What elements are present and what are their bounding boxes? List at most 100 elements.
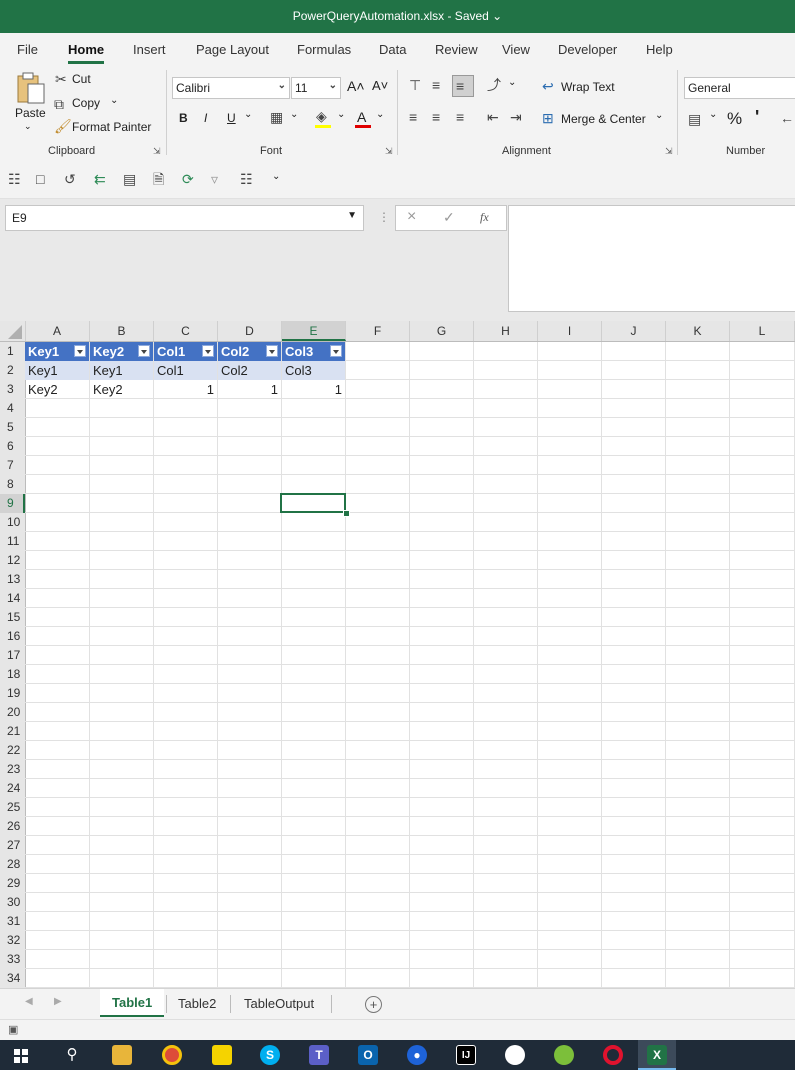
row-header-33[interactable]: 33 xyxy=(0,950,25,969)
italic-button[interactable]: I xyxy=(204,111,207,125)
back-circle-icon[interactable]: ↺ xyxy=(64,171,76,187)
column-header-j[interactable]: J xyxy=(602,321,666,341)
column-header-a[interactable]: A xyxy=(25,321,90,341)
tab-formulas[interactable]: Formulas xyxy=(297,42,351,57)
tab-home[interactable]: Home xyxy=(68,42,105,64)
tab-help[interactable]: Help xyxy=(646,42,673,57)
font-name-select[interactable]: Calibri ⌄ xyxy=(172,77,290,99)
cell-e2[interactable]: Col3 xyxy=(282,361,345,380)
intellij-icon[interactable]: IJ xyxy=(456,1045,476,1065)
paste-button[interactable] xyxy=(14,71,46,105)
filter-dropdown-icon[interactable] xyxy=(330,345,342,357)
enter-button[interactable]: ✓ xyxy=(443,209,455,226)
column-header-g[interactable]: G xyxy=(410,321,474,341)
cancel-button[interactable]: × xyxy=(407,208,416,226)
chevron-down-icon[interactable]: ⌄ xyxy=(655,110,663,121)
font-color-button[interactable]: A xyxy=(357,109,366,125)
formula-input[interactable] xyxy=(508,205,795,312)
row-header-27[interactable]: 27 xyxy=(0,836,25,855)
row-header-13[interactable]: 13 xyxy=(0,570,25,589)
row-header-31[interactable]: 31 xyxy=(0,912,25,931)
chevron-down-icon[interactable]: ⌄ xyxy=(376,109,384,120)
row-header-15[interactable]: 15 xyxy=(0,608,25,627)
increase-decimal-icon[interactable]: ← xyxy=(780,110,794,126)
column-header-f[interactable]: F xyxy=(346,321,410,341)
merge-center-button[interactable]: Merge & Center xyxy=(561,112,646,126)
column-header-c[interactable]: C xyxy=(154,321,218,341)
chevron-down-icon[interactable]: ⌄ xyxy=(709,109,717,120)
bold-button[interactable]: B xyxy=(179,111,188,125)
row-header-14[interactable]: 14 xyxy=(0,589,25,608)
row-header-19[interactable]: 19 xyxy=(0,684,25,703)
column-header-l[interactable]: L xyxy=(730,321,795,341)
chevron-down-icon[interactable]: ▼ xyxy=(347,210,357,221)
font-launcher-icon[interactable]: ⇲ xyxy=(385,146,393,157)
tab-insert[interactable]: Insert xyxy=(133,42,166,57)
column-header-e[interactable]: E xyxy=(282,321,346,341)
clear-filter-icon[interactable]: ▿ xyxy=(211,171,218,187)
sticky-notes-icon[interactable] xyxy=(212,1045,232,1065)
tab-page-layout[interactable]: Page Layout xyxy=(196,42,269,57)
tree-icon[interactable]: ☷ xyxy=(240,171,253,187)
align-left-icon[interactable]: ≡ xyxy=(409,109,417,125)
row-header-11[interactable]: 11 xyxy=(0,532,25,551)
cell-c1[interactable]: Col1 xyxy=(154,342,217,361)
row-header-4[interactable]: 4 xyxy=(0,399,25,418)
tab-view[interactable]: View xyxy=(502,42,530,57)
chevron-down-icon[interactable]: ⌄ xyxy=(508,77,516,88)
clipboard-launcher-icon[interactable]: ⇲ xyxy=(153,146,161,157)
decrease-indent-icon[interactable]: ⇤ xyxy=(487,109,499,125)
sheet-tab-table1[interactable]: Table1 xyxy=(100,989,165,1017)
row-header-3[interactable]: 3 xyxy=(0,380,25,399)
underline-button[interactable]: U xyxy=(227,111,236,125)
chevron-down-icon[interactable]: ⌄ xyxy=(244,109,252,120)
row-header-16[interactable]: 16 xyxy=(0,627,25,646)
align-bottom-button[interactable]: ≡ xyxy=(452,75,474,97)
cell-e3[interactable]: 1 xyxy=(282,380,345,399)
row-header-21[interactable]: 21 xyxy=(0,722,25,741)
row-header-10[interactable]: 10 xyxy=(0,513,25,532)
cell-c3[interactable]: 1 xyxy=(154,380,217,399)
align-center-icon[interactable]: ≡ xyxy=(432,109,440,125)
double-left-arrow-icon[interactable]: ⇇ xyxy=(94,171,106,187)
skype-icon[interactable]: S xyxy=(260,1045,280,1065)
name-box[interactable]: E9 ▼ xyxy=(5,205,364,231)
tab-file[interactable]: File xyxy=(17,42,38,57)
filter-dropdown-icon[interactable] xyxy=(74,345,86,357)
outlook-icon[interactable]: O xyxy=(358,1045,378,1065)
file-explorer-icon[interactable] xyxy=(112,1045,132,1065)
cell-a2[interactable]: Key1 xyxy=(25,361,89,380)
form-icon[interactable]: ▤ xyxy=(123,171,136,187)
cell-d3[interactable]: 1 xyxy=(218,380,281,399)
scroll-right-icon[interactable]: ▶ xyxy=(54,996,62,1007)
row-header-25[interactable]: 25 xyxy=(0,798,25,817)
row-header-12[interactable]: 12 xyxy=(0,551,25,570)
filter-dropdown-icon[interactable] xyxy=(138,345,150,357)
column-header-d[interactable]: D xyxy=(218,321,282,341)
cell-d1[interactable]: Col2 xyxy=(218,342,281,361)
row-header-29[interactable]: 29 xyxy=(0,874,25,893)
search-icon[interactable]: ⚲ xyxy=(62,1045,82,1065)
sheet-tab-tableoutput[interactable]: TableOutput xyxy=(244,996,314,1011)
alignment-launcher-icon[interactable]: ⇲ xyxy=(665,146,673,157)
tab-data[interactable]: Data xyxy=(379,42,406,57)
cell-b3[interactable]: Key2 xyxy=(90,380,153,399)
scroll-left-icon[interactable]: ◀ xyxy=(25,996,33,1007)
row-header-1[interactable]: 1 xyxy=(0,342,25,361)
cell-a1[interactable]: Key1 xyxy=(25,342,89,361)
column-header-b[interactable]: B xyxy=(90,321,154,341)
select-all-button[interactable] xyxy=(0,321,26,341)
row-header-9[interactable]: 9 xyxy=(0,494,25,513)
add-sheet-button[interactable]: + xyxy=(365,996,382,1013)
row-header-2[interactable]: 2 xyxy=(0,361,25,380)
cut-button[interactable]: Cut xyxy=(72,72,91,86)
align-middle-icon[interactable]: ≡ xyxy=(432,77,440,93)
grow-font-button[interactable]: A˄ xyxy=(347,78,365,94)
inkscape-icon[interactable] xyxy=(505,1045,525,1065)
frog-icon[interactable] xyxy=(554,1045,574,1065)
start-icon[interactable] xyxy=(14,1049,28,1063)
orientation-icon[interactable]: ⤴ xyxy=(487,77,501,93)
chrome-icon[interactable] xyxy=(162,1045,182,1065)
align-right-icon[interactable]: ≡ xyxy=(456,109,464,125)
filter-dropdown-icon[interactable] xyxy=(202,345,214,357)
